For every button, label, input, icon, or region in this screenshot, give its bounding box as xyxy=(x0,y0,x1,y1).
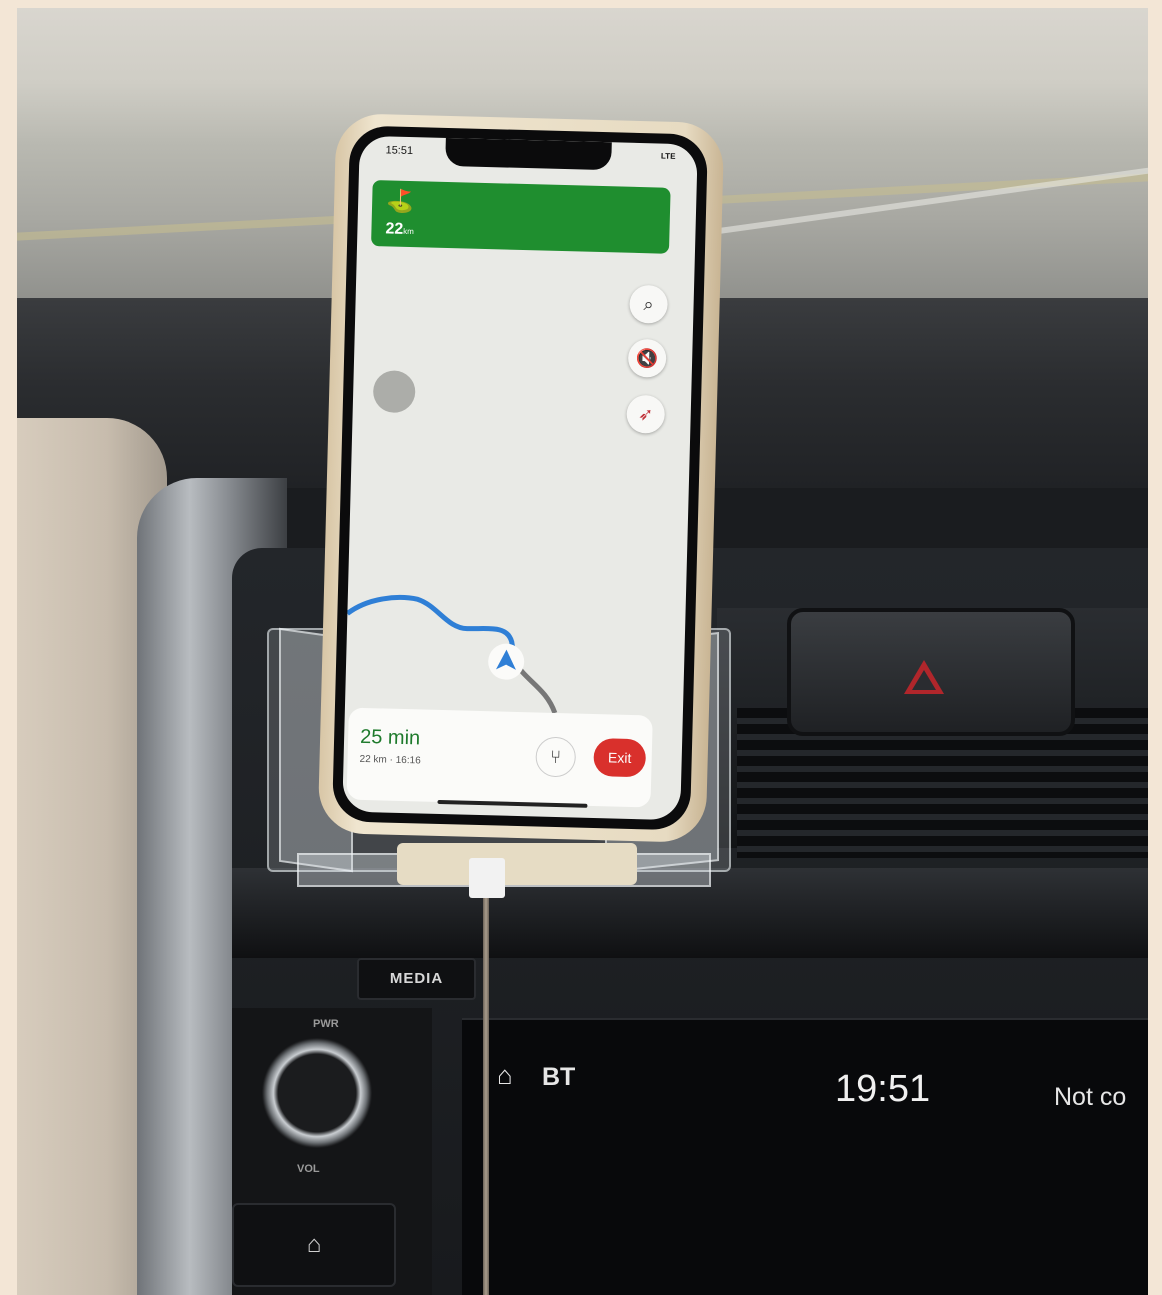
screen-source: BT xyxy=(542,1063,576,1091)
volume-label: VOL xyxy=(297,1163,320,1175)
eta-details: 22 km · 16:16 xyxy=(359,753,421,767)
navigation-banner[interactable]: ⛳ 22km xyxy=(371,180,671,254)
phone-screen[interactable]: 15:51 LTE ⛳ 22km ⌕ 🔇 ➶ 25 min 22 km · 16… xyxy=(342,135,698,821)
home-icon: ⌂ xyxy=(306,1231,322,1258)
cable-plug xyxy=(469,858,505,898)
eta-duration: 25 min xyxy=(359,725,421,750)
power-label: PWR xyxy=(313,1018,339,1030)
compass-icon: ➶ xyxy=(637,404,654,425)
nav-distance-unit: km xyxy=(403,226,414,237)
status-time: 15:51 xyxy=(385,144,414,158)
charging-cable xyxy=(483,888,489,1295)
home-icon[interactable]: ⌂ xyxy=(497,1060,513,1091)
screen-status: Not co xyxy=(1054,1083,1127,1111)
nav-distance: 22km xyxy=(385,220,414,239)
holder-cradle xyxy=(397,843,637,885)
media-button[interactable]: MEDIA xyxy=(357,958,476,1000)
status-network: LTE xyxy=(660,151,676,161)
volume-knob[interactable] xyxy=(262,1038,372,1148)
photo-frame: MEDIA PWR VOL ⌂ ⌂ BT 19:51 Not co 15:51 … xyxy=(17,8,1148,1295)
home-button[interactable]: ⌂ xyxy=(232,1203,396,1287)
phone-bezel: 15:51 LTE ⛳ 22km ⌕ 🔇 ➶ 25 min 22 km · 16… xyxy=(331,125,709,831)
alternate-routes-button[interactable]: ⑂ xyxy=(535,736,577,778)
exit-button[interactable]: Exit xyxy=(593,738,647,778)
phone-notch xyxy=(445,137,612,171)
hazard-icon xyxy=(904,660,944,694)
hazard-button[interactable] xyxy=(787,608,1075,736)
route-line xyxy=(345,595,517,659)
head-unit-screen[interactable] xyxy=(462,1018,1148,1295)
nav-distance-value: 22 xyxy=(385,220,404,238)
route-icon: ⛳ xyxy=(385,188,414,215)
mute-icon: 🔇 xyxy=(635,347,659,369)
trip-summary-card[interactable]: 25 min 22 km · 16:16 ⑂ Exit xyxy=(346,707,653,808)
smartphone: 15:51 LTE ⛳ 22km ⌕ 🔇 ➶ 25 min 22 km · 16… xyxy=(317,113,725,843)
search-icon: ⌕ xyxy=(643,294,654,315)
alt-route-icon: ⑂ xyxy=(550,746,562,768)
screen-clock: 19:51 xyxy=(835,1068,931,1110)
